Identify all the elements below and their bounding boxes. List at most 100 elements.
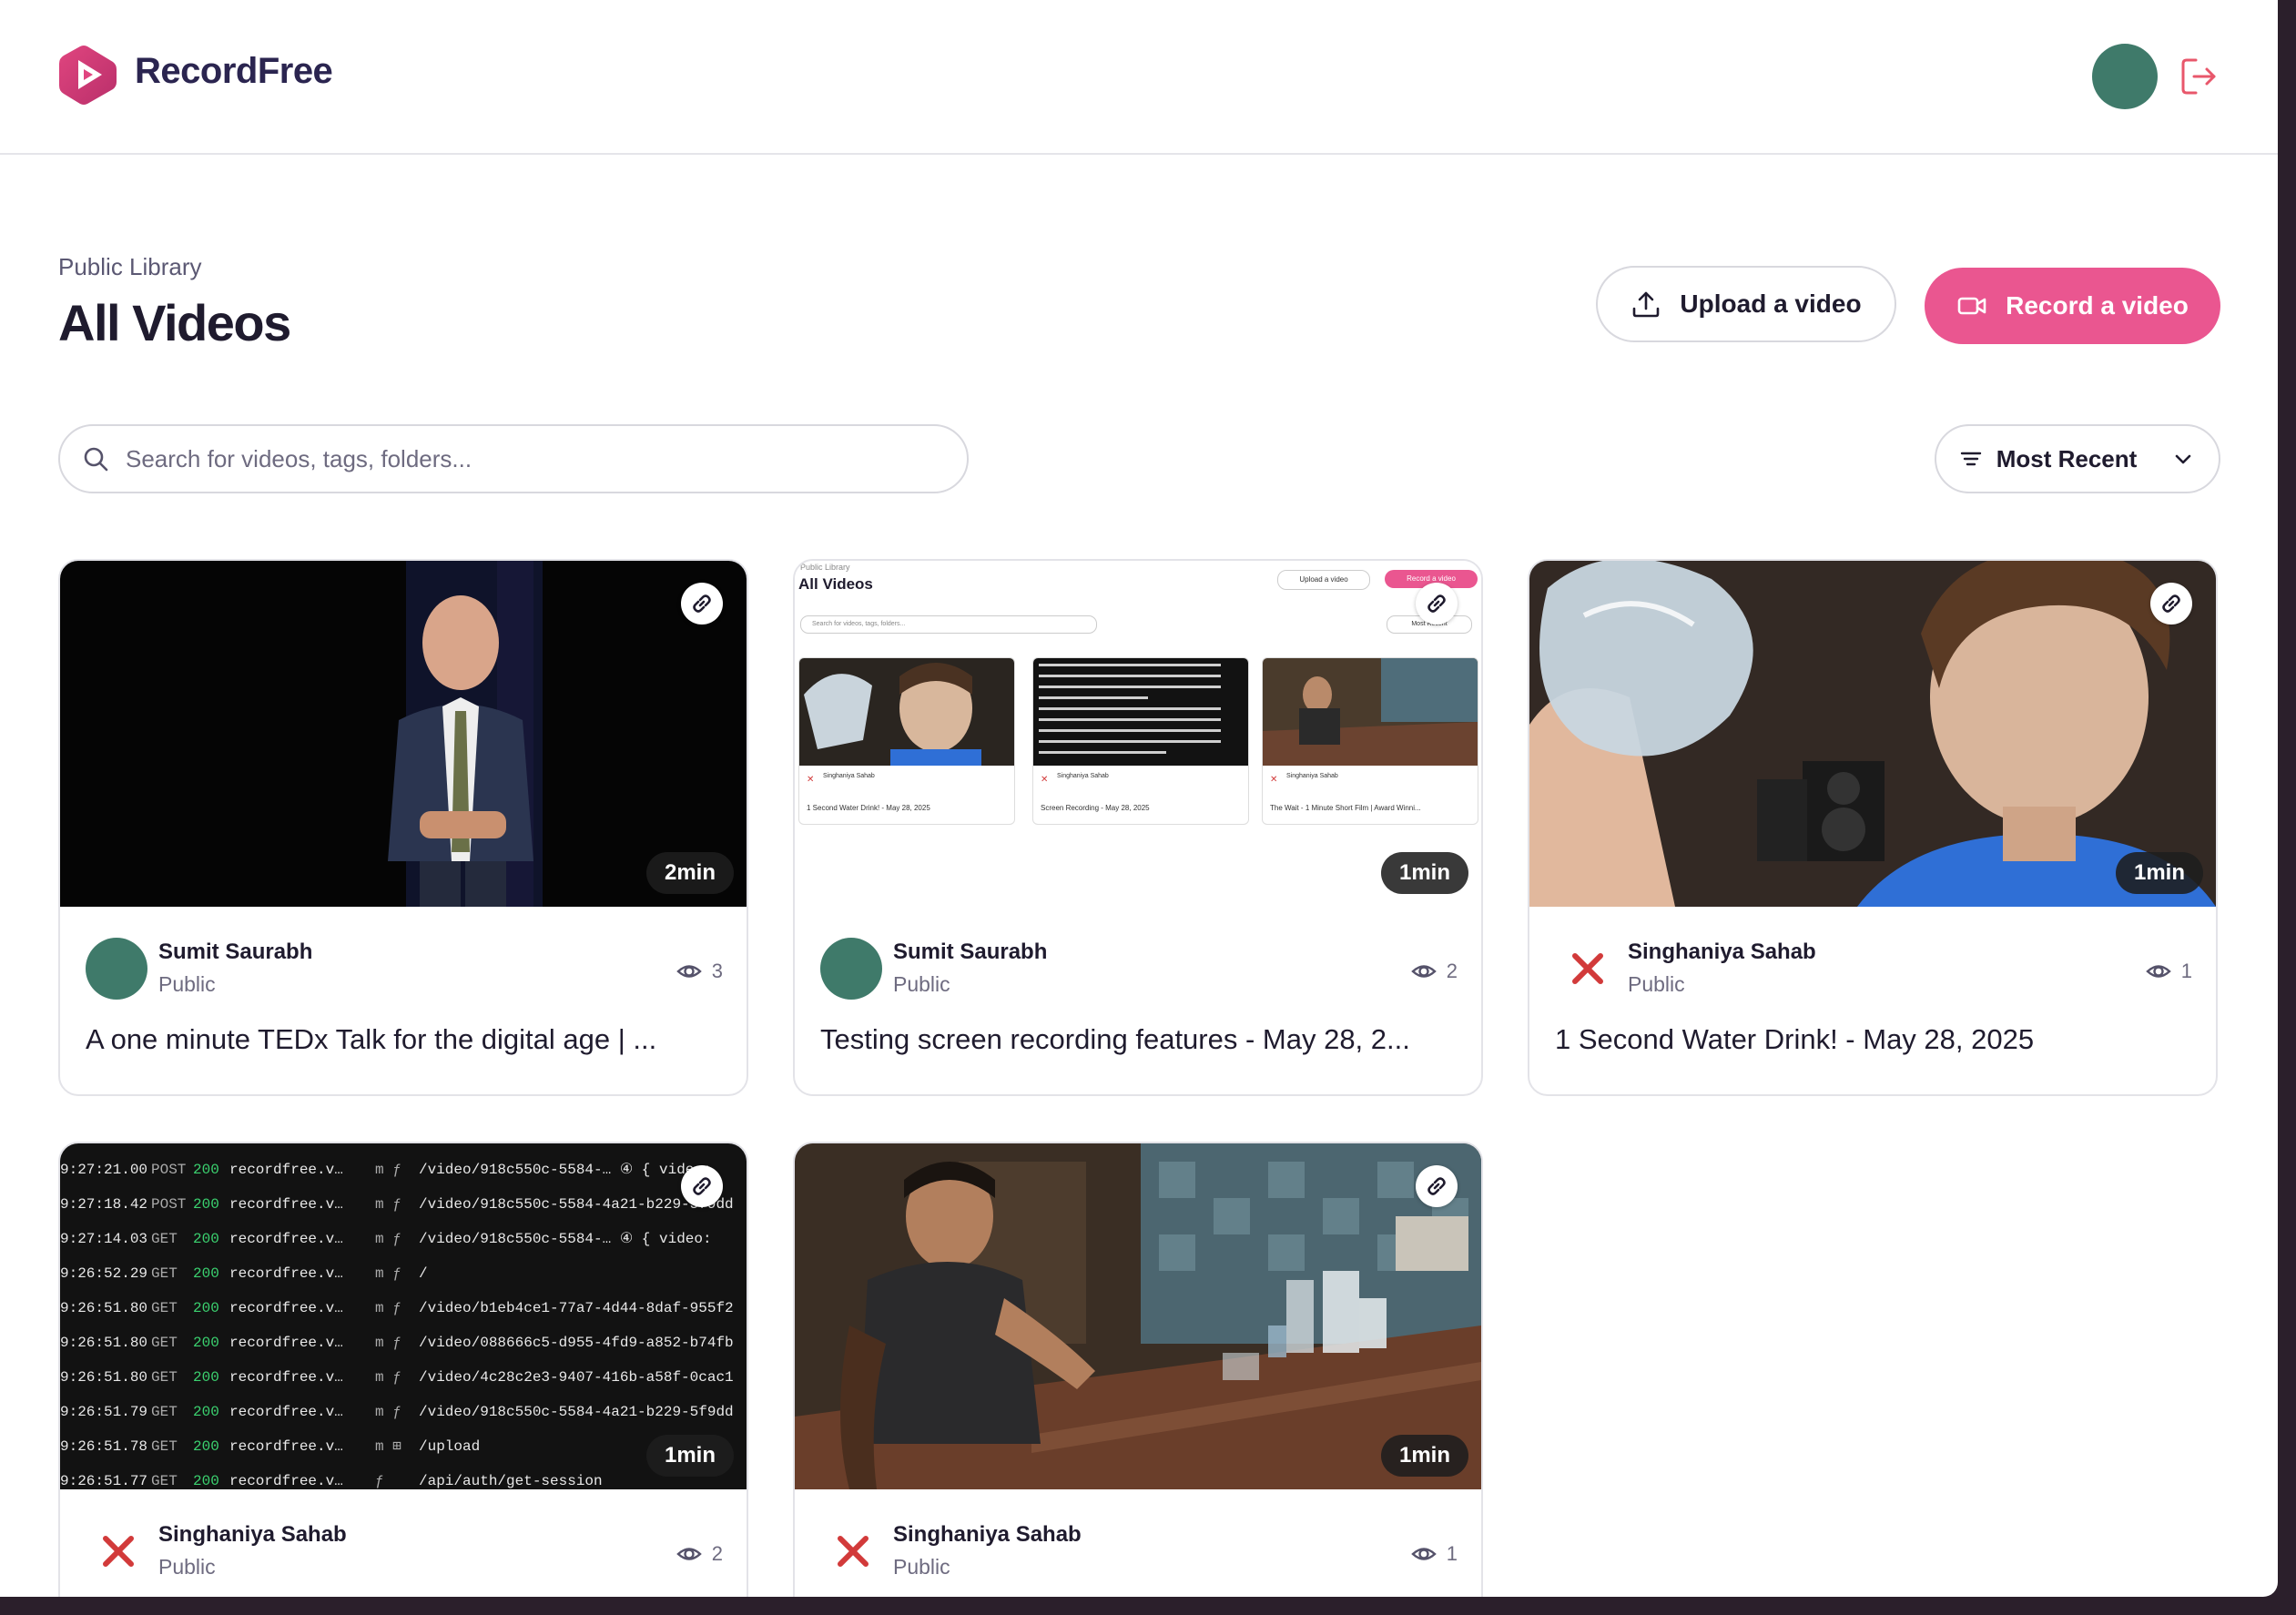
log-status: 200 [193, 1196, 219, 1213]
log-icons: ƒ [375, 1473, 384, 1489]
mini-card: ✕ Singhaniya Sahab 1 Second Water Drink!… [798, 657, 1015, 825]
copy-link-button[interactable] [2150, 583, 2192, 625]
video-card[interactable]: 9:27:21.00 POST 200 recordfree.v… m ƒ/video/… [58, 1142, 748, 1597]
visibility-label: Public [893, 972, 950, 996]
mini-upload-button: Upload a video [1277, 570, 1370, 590]
copy-link-button[interactable] [1416, 1165, 1458, 1207]
log-line: 9:26:51.77 GET 200 recordfree.v… ƒ/api/auth… [60, 1464, 603, 1489]
copy-link-button[interactable] [1416, 583, 1458, 625]
mini-thumbnail [1033, 658, 1248, 766]
search-icon [84, 447, 108, 472]
duration-badge: 1min [1380, 1435, 1468, 1477]
log-time: 9:27:18.42 [60, 1196, 148, 1213]
brand-name[interactable]: RecordFree [135, 51, 333, 92]
link-icon [2162, 594, 2180, 613]
eye-icon [1410, 1548, 1437, 1560]
log-icons: m ƒ [375, 1196, 401, 1213]
log-host: recordfree.v… [229, 1473, 343, 1489]
view-count: 3 [676, 958, 723, 985]
mini-x-icon: ✕ [1041, 775, 1049, 785]
log-method: GET [151, 1473, 178, 1489]
logout-icon[interactable] [2176, 55, 2220, 98]
log-path: /video/918c550c-5584-… ④ { video: [419, 1162, 712, 1178]
log-time: 9:26:51.78 [60, 1438, 148, 1455]
view-count-value: 2 [711, 1542, 723, 1565]
video-title[interactable]: Testing screen recording features - May … [820, 1023, 1458, 1056]
log-icons: m ƒ [375, 1162, 401, 1178]
log-path: /video/b1eb4ce1-77a7-4d44-8daf-955f2 [419, 1300, 734, 1316]
author-name: Sumit Saurabh [158, 940, 313, 964]
log-time: 9:26:51.77 [60, 1473, 148, 1489]
log-method: POST [151, 1162, 187, 1178]
log-path: /video/088666c5-d955-4fd9-a852-b74fb [419, 1335, 734, 1351]
visibility-label: Public [158, 1555, 216, 1579]
log-time: 9:26:52.29 [60, 1265, 148, 1282]
stage-speaker-thumbnail [60, 561, 747, 907]
copy-link-button[interactable] [681, 1165, 723, 1207]
mini-thumbnail [1263, 658, 1478, 766]
video-thumbnail[interactable]: 9:27:21.00 POST 200 recordfree.v… m ƒ/video/… [60, 1143, 747, 1489]
view-count-value: 1 [1446, 1542, 1458, 1565]
log-method: GET [151, 1265, 178, 1282]
upload-video-button[interactable]: Upload a video [1596, 266, 1896, 342]
video-card[interactable]: Public Library All Videos Upload a video… [793, 559, 1483, 1096]
video-card[interactable]: 1min Singhaniya Sahab Public 1 1 Second … [1528, 559, 2218, 1096]
duration-badge: 1min [645, 1435, 734, 1477]
log-method: GET [151, 1369, 178, 1386]
water-bottle-thumbnail [1529, 561, 2216, 907]
sort-dropdown[interactable]: Most Recent [1935, 424, 2220, 493]
mini-card-title: Screen Recording - May 28, 2025 [1041, 804, 1150, 812]
log-method: GET [151, 1231, 178, 1247]
x-mark-icon [1572, 953, 1603, 984]
view-count-value: 2 [1446, 960, 1458, 982]
sort-label: Most Recent [1996, 444, 2138, 472]
video-thumbnail[interactable]: Public Library All Videos Upload a video… [795, 561, 1481, 907]
mini-author: Singhaniya Sahab [823, 773, 875, 779]
log-host: recordfree.v… [229, 1231, 343, 1247]
duration-badge: 1min [2115, 852, 2203, 894]
log-time: 9:26:51.79 [60, 1404, 148, 1420]
log-path: /upload [419, 1438, 481, 1455]
log-host: recordfree.v… [229, 1335, 343, 1351]
video-meta: Sumit Saurabh Public 2 [820, 930, 1458, 1003]
video-meta: Sumit Saurabh Public 3 [86, 930, 723, 1003]
view-count: 1 [1410, 1540, 1458, 1568]
log-host: recordfree.v… [229, 1404, 343, 1420]
log-line: 9:26:51.80 GET 200 recordfree.v… m ƒ/video/0… [60, 1326, 734, 1360]
video-thumbnail[interactable]: 2min [60, 561, 747, 907]
video-thumbnail[interactable]: 1min [1529, 561, 2216, 907]
video-title[interactable]: 1 Second Water Drink! - May 28, 2025 [1555, 1023, 2192, 1056]
log-icons: m ƒ [375, 1300, 401, 1316]
log-time: 9:27:21.00 [60, 1162, 148, 1178]
search-box[interactable] [58, 424, 969, 493]
log-line: 9:26:51.80 GET 200 recordfree.v… m ƒ/video/4… [60, 1360, 734, 1395]
log-status: 200 [193, 1231, 219, 1247]
mini-eyebrow: Public Library [800, 563, 850, 572]
mini-card-title: 1 Second Water Drink! - May 28, 2025 [807, 804, 930, 812]
copy-link-button[interactable] [681, 583, 723, 625]
video-card[interactable]: 2min Sumit Saurabh Public 3 A one minute… [58, 559, 748, 1096]
log-line: 9:27:21.00 POST 200 recordfree.v… m ƒ/video/… [60, 1153, 712, 1187]
mini-title: All Videos [798, 575, 873, 593]
log-status: 200 [193, 1404, 219, 1420]
log-status: 200 [193, 1369, 219, 1386]
link-icon [693, 594, 711, 613]
visibility-label: Public [1628, 972, 1685, 996]
video-thumbnail[interactable]: 1min [795, 1143, 1481, 1489]
log-path: / [419, 1265, 428, 1282]
mini-x-icon: ✕ [1270, 775, 1278, 785]
log-status: 200 [193, 1438, 219, 1455]
view-count: 2 [1410, 958, 1458, 985]
log-icons: m ⊞ [375, 1438, 401, 1455]
author-name: Sumit Saurabh [893, 940, 1048, 964]
search-input[interactable] [124, 443, 929, 474]
mini-x-icon: ✕ [807, 775, 815, 785]
video-meta: Singhaniya Sahab Public 1 [820, 1513, 1458, 1586]
recordfree-logo-icon[interactable] [56, 44, 118, 106]
record-video-button[interactable]: Record a video [1925, 268, 2220, 344]
x-mark-icon [103, 1536, 134, 1567]
user-avatar[interactable] [2092, 44, 2158, 109]
video-card[interactable]: 1min Singhaniya Sahab Public 1 [793, 1142, 1483, 1597]
mini-card: ✕ Singhaniya Sahab The Wait - 1 Minute S… [1262, 657, 1478, 825]
video-title[interactable]: A one minute TEDx Talk for the digital a… [86, 1023, 723, 1056]
